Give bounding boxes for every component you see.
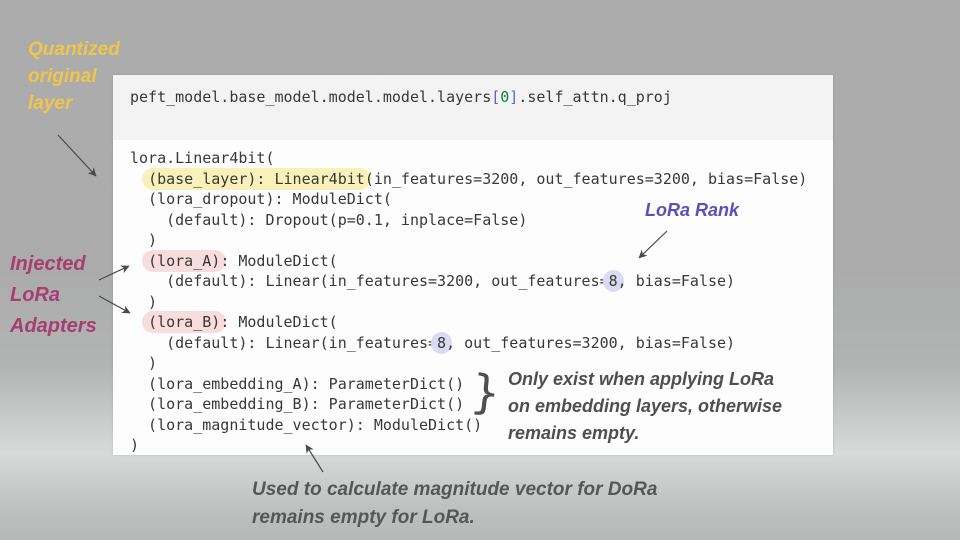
highlighted-code-pink: (lora_A) [142,249,227,272]
code-line: (lora_A): ModuleDict( [130,249,833,272]
code-text: (lora_embedding_B): ParameterDict() [130,395,465,413]
label-line: Injected [10,253,86,275]
code-text: : ModuleDict( [220,251,338,270]
label-line: on embedding layers, otherwise [508,396,783,416]
highlighted-code-yellow: (base_layer): Linear4bit [142,167,371,190]
code-text: [ [491,88,501,106]
code-text: (default): Linear(in_features=3200, out_… [130,272,609,290]
label-line: Adapters [10,315,97,337]
code-line: ) [130,292,833,313]
code-text: .self_attn.q_proj [518,88,672,106]
code-text: , out_features=3200, bias=False) [446,333,736,352]
label-embedding-note: Only exist when applying LoRa on embeddi… [508,366,782,447]
code-text: (lora_dropout): ModuleDict( [130,190,392,208]
code-text: ) [130,354,158,372]
label-magnitude-note: Used to calculate magnitude vector for D… [252,476,657,532]
arrow-quantized-to-base-layer [57,134,97,177]
code-text: lora.Linear4bit( [130,149,275,167]
label-lora-rank: LoRa Rank [645,200,740,220]
code-text: , bias=False) [617,272,736,290]
code-text: (lora_magnitude_vector): ModuleDict() [130,415,483,434]
code-text: (lora_embedding_A): ParameterDict() [130,374,465,393]
highlighted-code-pink: (lora_B) [142,311,227,333]
code-text: : ModuleDict( [220,313,338,331]
code-line: (default): Linear(in_features=3200, out_… [130,270,833,292]
code-line: lora.Linear4bit( [130,148,833,169]
label-line: remains empty. [508,423,640,443]
label-line: Only exist when applying LoRa [508,369,775,389]
curly-brace: } [468,363,504,421]
code-text: (in_features=3200, out_features=3200, bi… [364,169,808,188]
slide: peft_model.base_model.model.model.layers… [0,0,960,540]
code-line: (default): Linear(in_features=8, out_fea… [130,331,833,354]
code-text: 0 [500,88,510,106]
code-header-line: peft_model.base_model.model.model.layers… [113,75,833,140]
label-line: remains empty for LoRa. [252,507,475,528]
code-text: ) [130,231,158,249]
code-line: (lora_B): ModuleDict( [130,311,833,333]
code-text: ) [130,292,158,311]
label-line: Used to calculate magnitude vector for D… [252,479,658,500]
label-quantized-original-layer: Quantized original layer [28,36,120,117]
label-line: original [28,66,97,87]
code-text: ] [509,88,519,106]
label-line: LoRa [10,284,60,306]
label-line: layer [28,93,73,114]
code-line: (base_layer): Linear4bit(in_features=320… [130,167,833,190]
code-text: (default): Linear(in_features= [130,333,438,352]
code-text: peft_model.base_model.model.model.layers [130,88,492,106]
code-text: (default): Dropout(p=0.1, inplace=False) [130,210,528,229]
label-line: Quantized [28,39,120,60]
label-injected-lora-adapters: Injected LoRa Adapters [10,249,97,342]
code-line: ) [130,230,833,251]
code-text: ) [130,436,140,454]
